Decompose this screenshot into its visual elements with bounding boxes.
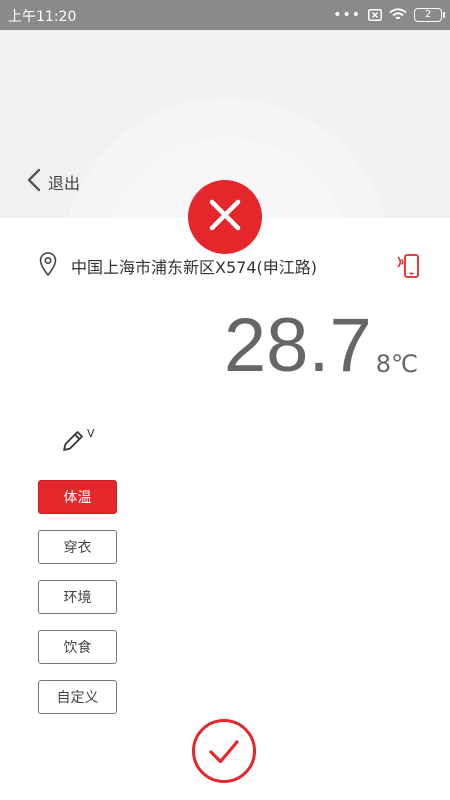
category-diet[interactable]: 饮食 bbox=[38, 630, 117, 664]
temperature-unit: 8℃ bbox=[375, 350, 418, 378]
chevron-left-icon bbox=[26, 168, 42, 196]
status-icons: ••• 2 bbox=[333, 5, 445, 25]
pencil-icon bbox=[60, 428, 86, 458]
close-button[interactable] bbox=[188, 180, 262, 254]
location-pin-icon bbox=[38, 251, 58, 281]
checkmark-circle-icon bbox=[191, 718, 257, 788]
sim-x-icon bbox=[368, 6, 382, 25]
location-address: 中国上海市浦东新区X574(申江路) bbox=[71, 258, 317, 277]
category-environment[interactable]: 环境 bbox=[38, 580, 117, 614]
back-button[interactable]: 退出 bbox=[26, 168, 80, 196]
location-row: 中国上海市浦东新区X574(申江路) bbox=[38, 252, 423, 280]
back-label: 退出 bbox=[48, 174, 81, 193]
temperature-reading: 28.7 8℃ bbox=[224, 306, 418, 386]
temperature-value: 28.7 bbox=[223, 303, 372, 388]
status-bar: 上午11:20 ••• 2 bbox=[0, 0, 450, 30]
edit-button[interactable]: V bbox=[60, 427, 95, 458]
more-dots-icon: ••• bbox=[333, 7, 361, 23]
category-body-temperature[interactable]: 体温 bbox=[38, 480, 117, 514]
battery-icon: 2 bbox=[414, 8, 445, 22]
category-clothing[interactable]: 穿衣 bbox=[38, 530, 117, 564]
category-custom[interactable]: 自定义 bbox=[38, 680, 117, 714]
phone-signal-icon[interactable] bbox=[393, 252, 421, 284]
wifi-icon bbox=[389, 6, 407, 25]
edit-label: V bbox=[87, 427, 95, 440]
status-time: 上午11:20 bbox=[8, 9, 77, 25]
confirm-button[interactable] bbox=[191, 718, 257, 788]
close-x-icon bbox=[208, 198, 242, 236]
